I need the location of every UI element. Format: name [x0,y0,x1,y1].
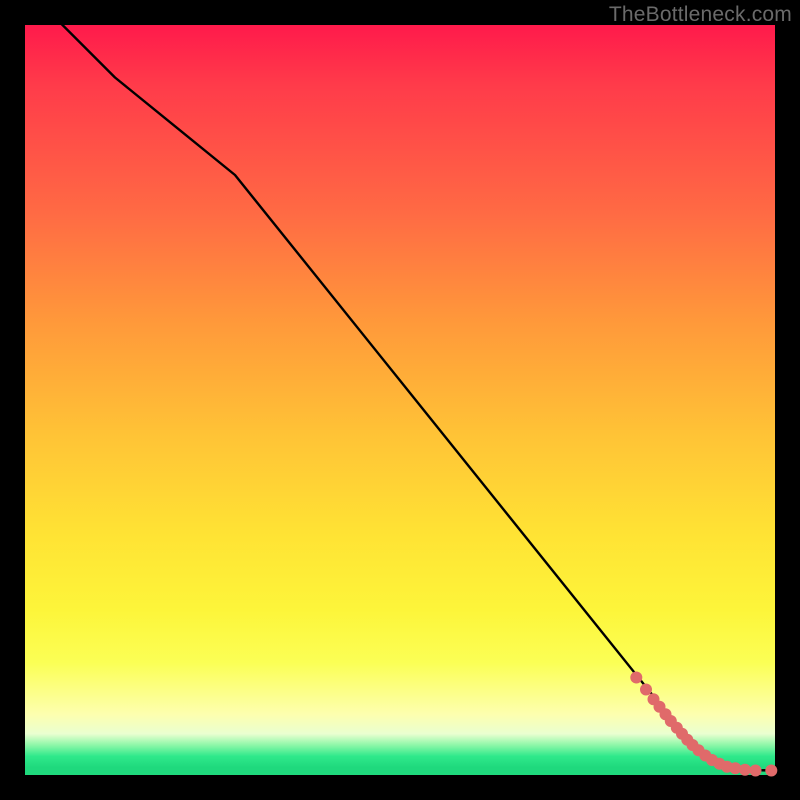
scatter-point [640,684,652,696]
scatter-point [765,765,777,777]
plot-area [25,25,775,775]
chart-stage: TheBottleneck.com [0,0,800,800]
scatter-point [630,672,642,684]
chart-svg [25,25,775,775]
watermark-text: TheBottleneck.com [609,3,792,27]
scatter-point [739,764,751,776]
chart-line [25,0,775,771]
scatter-point [750,765,762,777]
chart-scatter [630,672,777,777]
